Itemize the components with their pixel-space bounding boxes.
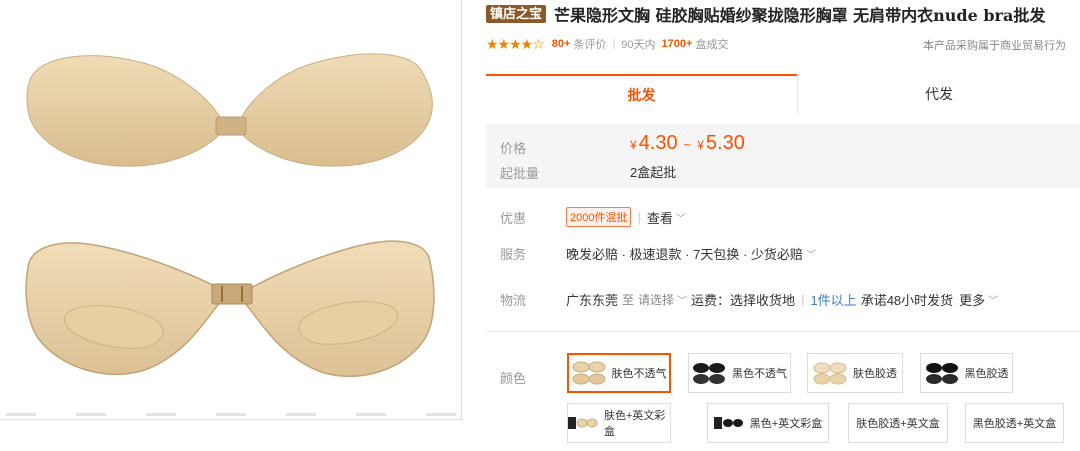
thumb-placeholder[interactable] [216, 413, 246, 416]
title-row: 镇店之宝 芒果隐形文胸 硅胶胸贴婚纱聚拢隐形胸罩 无肩带内衣nude bra批发 [486, 4, 1046, 25]
chevron-down-icon[interactable]: ﹀ [677, 292, 687, 307]
sku-thumb-black-box-icon [713, 417, 743, 429]
review-label[interactable]: 条评价 [573, 36, 606, 52]
sku-option-nude-solid[interactable]: 肤色不透气 [567, 353, 671, 393]
color-label: 颜色 [500, 371, 527, 386]
chevron-down-icon[interactable]: ﹀ [806, 246, 816, 261]
sku-thumb-nude-box-icon [568, 417, 598, 429]
purchase-tabs: 批发 代发 [486, 74, 1080, 114]
discount-view-link[interactable]: 查看 [647, 208, 673, 227]
price-range: ¥ 4.30 ~ ¥ 5.30 [630, 132, 745, 155]
currency-symbol: ¥ [697, 138, 704, 152]
chevron-down-icon[interactable]: ﹀ [988, 292, 998, 307]
thumb-placeholder[interactable] [426, 413, 456, 416]
business-note: 本产品采购属于商业贸易行为 [923, 40, 1066, 52]
divider: | [801, 291, 805, 307]
tab-dropship[interactable]: 代发 [797, 74, 1080, 114]
moq-value: 2盒起批 [630, 165, 677, 180]
sku-label: 黑色不透气 [732, 368, 787, 380]
thumb-placeholder[interactable] [286, 413, 316, 416]
ship-origin: 广东东莞 [566, 292, 619, 308]
shipping-fee: 运费：选择收货地 [691, 292, 796, 308]
deals-label: 盒成交 [695, 39, 729, 51]
logistics-label: 物流 [500, 292, 527, 308]
thumb-placeholder[interactable] [76, 413, 106, 416]
sku-thumb-black-icon [925, 363, 958, 384]
rating-stars-icon: ★★★★☆ [486, 35, 545, 52]
service-text[interactable]: 晚发必赔 · 极速退款 · 7天包换 · 少货必赔 [566, 244, 803, 263]
rating-row: ★★★★☆ 80+ 条评价 | 90天内 1700+ 盒成交 本产品采购属于商业… [486, 35, 1080, 53]
days-label: 90天内 [621, 39, 656, 51]
price-min: 4.30 [638, 132, 678, 154]
service-label: 服务 [500, 246, 527, 262]
gallery-thumbnail-strip [6, 413, 456, 417]
sku-label: 肤色胶透+英文盒 [856, 418, 940, 430]
sku-option-nude-gel-box[interactable]: 肤色胶透+英文盒 [848, 403, 948, 443]
logistics-row: 物流 广东东莞 至 请选择 ﹀ 运费：选择收货地 | 1件以上 承诺48小时发货… [486, 288, 1080, 310]
discount-row: 优惠 2000件混批 | 查看 ﹀ [486, 206, 1080, 228]
sku-label: 黑色+英文彩盒 [749, 418, 823, 430]
shop-badge: 镇店之宝 [486, 5, 547, 23]
price-box: 价格 ¥ 4.30 ~ ¥ 5.30 起批量 2盒起批 [486, 124, 1080, 188]
currency-symbol: ¥ [630, 138, 637, 152]
sku-label: 肤色+英文彩盒 [604, 410, 666, 438]
range-separator: ~ [683, 137, 692, 152]
sku-thumb-nude-icon [813, 362, 847, 385]
product-title: 芒果隐形文胸 硅胶胸贴婚纱聚拢隐形胸罩 无肩带内衣nude bra批发 [554, 6, 1046, 25]
sku-option-nude-gel[interactable]: 肤色胶透 [807, 353, 903, 393]
sku-label: 黑色胶透+英文盒 [972, 418, 1057, 430]
moq-label: 起批量 [500, 166, 540, 181]
to-label: 至 [622, 292, 635, 307]
product-image [25, 53, 435, 378]
sku-option-black-gel[interactable]: 黑色胶透 [920, 353, 1013, 393]
tab-wholesale[interactable]: 批发 [486, 74, 797, 114]
discount-label: 优惠 [500, 210, 527, 226]
deals-count: 1700+ [661, 38, 693, 50]
divider: | [612, 38, 616, 50]
delivery-promise: 承诺48小时发货 [860, 292, 954, 308]
sku-label: 肤色胶透 [853, 368, 897, 380]
product-gallery[interactable] [0, 0, 462, 420]
destination-select[interactable]: 请选择 [638, 291, 674, 308]
product-info-panel: 镇店之宝 芒果隐形文胸 硅胶胸贴婚纱聚拢隐形胸罩 无肩带内衣nude bra批发… [486, 0, 1080, 451]
price-label: 价格 [500, 141, 527, 156]
service-row: 服务 晚发必赔 · 极速退款 · 7天包换 · 少货必赔 ﹀ [486, 242, 1080, 264]
sku-option-black-box[interactable]: 黑色+英文彩盒 [707, 403, 829, 443]
thumb-placeholder[interactable] [6, 413, 36, 416]
section-divider [486, 331, 1080, 332]
price-max: 5.30 [705, 132, 745, 154]
thumb-placeholder[interactable] [146, 413, 176, 416]
sku-option-black-solid[interactable]: 黑色不透气 [688, 353, 791, 393]
quantity-threshold: 1件以上 [810, 292, 857, 308]
chevron-down-icon[interactable]: ﹀ [676, 210, 686, 225]
more-link[interactable]: 更多 [959, 290, 985, 309]
promo-tag: 2000件混批 [566, 207, 632, 227]
sku-option-black-gel-box[interactable]: 黑色胶透+英文盒 [965, 403, 1064, 443]
thumb-placeholder[interactable] [356, 413, 386, 416]
review-count[interactable]: 80+ [552, 38, 571, 50]
sku-option-nude-box[interactable]: 肤色+英文彩盒 [567, 403, 671, 443]
sku-label: 黑色胶透 [964, 368, 1009, 380]
sku-thumb-black-icon [693, 363, 725, 384]
sku-label: 肤色不透气 [611, 368, 667, 380]
divider: | [637, 209, 641, 225]
sku-thumb-nude-icon [572, 361, 605, 385]
